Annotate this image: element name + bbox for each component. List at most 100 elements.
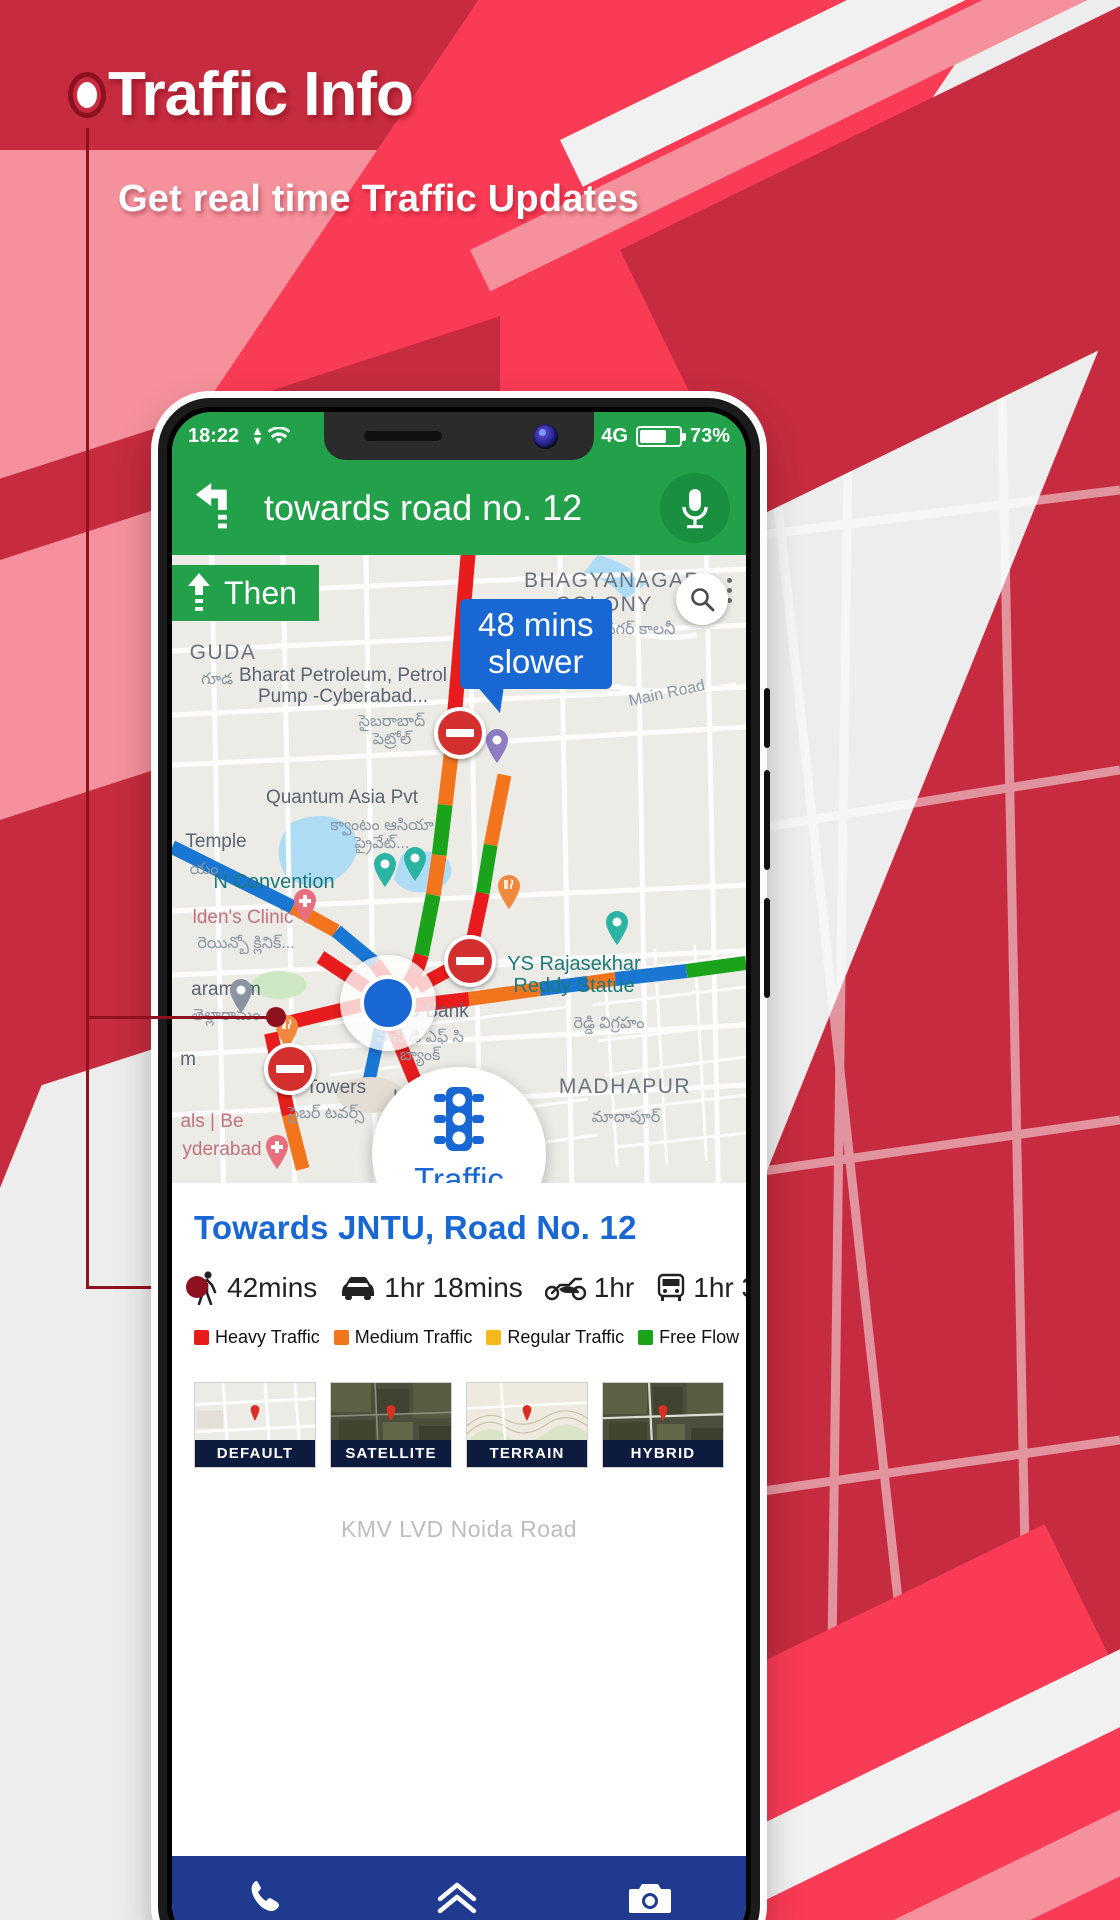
map-view[interactable]: Then 48 mins slower BHAGYANAGAR COLONY భ… [172, 555, 746, 1183]
no-entry-icon[interactable] [264, 1043, 316, 1095]
hospital-pin-icon[interactable] [290, 889, 320, 929]
map-label: GUDA [189, 641, 257, 664]
hospital-pin-icon[interactable] [262, 1135, 292, 1175]
wifi-icon: ▲ ▼ [251, 423, 291, 448]
phone-icon [251, 1880, 280, 1911]
travel-mode-duration: 1hr 18mins [384, 1272, 523, 1303]
travel-mode-car[interactable]: 1hr 18mins [339, 1272, 523, 1304]
map-label: MADHAPUR [558, 1075, 692, 1098]
then-chip-label: Then [224, 574, 297, 611]
restaurant-pin-icon[interactable] [494, 875, 524, 915]
legend-label: Free Flow [659, 1327, 740, 1347]
search-icon [691, 588, 715, 612]
map-type-default[interactable]: DEFAULT [194, 1382, 316, 1468]
map-label: సైబర్ టవర్స్ [287, 1105, 365, 1122]
poi-pin-icon[interactable] [370, 853, 400, 893]
map-type-label: DEFAULT [195, 1440, 315, 1467]
phone-bezel: 18:22 ▲ ▼ 4G 73% towards road no. 12 The… [167, 407, 751, 1920]
no-entry-icon[interactable] [444, 935, 496, 987]
navigation-instruction: towards road no. 12 [264, 486, 583, 528]
map-type-hybrid[interactable]: HYBRID [602, 1382, 724, 1468]
map-type-satellite[interactable]: SATELLITE [330, 1382, 452, 1468]
connector-dot-bottom [186, 1276, 208, 1298]
map-type-list: DEFAULT SATELLITE TERRAIN HYBRID [194, 1382, 724, 1468]
camera-icon [628, 1883, 671, 1913]
map-label: మాదాపూర్ [591, 1109, 661, 1126]
status-bar-left: 18:22 ▲ ▼ [188, 423, 291, 448]
poi-pin-icon[interactable] [482, 729, 512, 769]
legend-item: Heavy Traffic [194, 1327, 320, 1348]
poi-pin-icon[interactable] [226, 979, 256, 1019]
route-info-panel: Towards JNTU, Road No. 12 42mins 1hr 18m… [172, 1183, 746, 1543]
phone-button-power[interactable] [764, 898, 770, 998]
map-label: Bharat Petroleum, Petrol Pump -Cyberabad… [238, 665, 448, 708]
travel-mode-bus[interactable]: 1hr 32mins [656, 1272, 746, 1304]
legend-item: Free Flow [638, 1327, 739, 1348]
bottom-nav-call-button[interactable] [245, 1877, 287, 1920]
legend-item: Regular Traffic [486, 1327, 624, 1348]
connector-dot-top [266, 1007, 286, 1027]
phone-mockup: 18:22 ▲ ▼ 4G 73% towards road no. 12 The… [158, 398, 770, 1920]
voice-mic-button[interactable] [660, 472, 730, 543]
network-type-label: 4G [601, 424, 628, 447]
map-label: రెడ్డి విగ్రహం [573, 1015, 645, 1032]
phone-button-mute[interactable] [764, 688, 770, 748]
default-map-thumbnail: DEFAULT [194, 1382, 316, 1468]
phone-button-volume[interactable] [764, 770, 770, 870]
faded-map-text: KMV LVD Noida Road [340, 1516, 578, 1542]
travel-mode-duration: 1hr 32mins [693, 1272, 746, 1303]
bottom-navigation-bar [172, 1856, 746, 1920]
no-entry-icon[interactable] [434, 707, 486, 759]
map-type-terrain[interactable]: TERRAIN [466, 1382, 588, 1468]
battery-percent-label: 73% [689, 424, 730, 447]
map-label: als | Be [180, 1111, 244, 1132]
satellite-map-thumbnail: SATELLITE [330, 1382, 452, 1468]
legend-swatch-freeflow [638, 1330, 654, 1345]
travel-mode-walking[interactable]: 42mins [194, 1271, 317, 1305]
page-title: Traffic Info [108, 60, 414, 129]
travel-mode-list: 42mins 1hr 18mins 1hr 1hr [194, 1271, 746, 1305]
chevron-up-double-icon [437, 1882, 477, 1913]
map-pin-icon [522, 1404, 532, 1421]
status-bar-right: 4G 73% [571, 425, 730, 448]
microphone-icon [682, 488, 708, 528]
earpiece-speaker [364, 431, 442, 441]
travel-mode-duration: 1hr [593, 1272, 635, 1303]
travel-mode-motorcycle[interactable]: 1hr [544, 1272, 635, 1304]
turn-left-arrow-icon [195, 482, 227, 528]
legend-label: Regular Traffic [507, 1327, 625, 1347]
legend-label: Medium Traffic [354, 1327, 473, 1347]
map-search-button[interactable] [676, 573, 728, 625]
travel-mode-duration: 42mins [227, 1272, 318, 1303]
map-label: YS Rajasekhar Reddy Statue [507, 953, 641, 998]
legend-item: Medium Traffic [333, 1327, 473, 1348]
then-instruction-chip: Then [172, 565, 319, 621]
traffic-light-icon [434, 1087, 484, 1151]
bottom-nav-expand-button[interactable] [434, 1881, 480, 1920]
bus-icon [658, 1273, 685, 1301]
battery-icon [635, 425, 686, 447]
legend-swatch-regular [486, 1330, 502, 1345]
promo-title-row: Traffic Info [68, 64, 639, 126]
poi-pin-icon[interactable] [602, 911, 632, 951]
map-type-label: HYBRID [603, 1440, 723, 1467]
map-label: Quantum Asia Pvt [265, 787, 419, 808]
map-label: m [180, 1049, 196, 1070]
connector-line-vertical [86, 128, 89, 1288]
bullet-ring-icon [68, 72, 106, 118]
map-label: క్వాంటం ఆసియా ప్రైవేట్... [330, 817, 434, 852]
my-location-marker [340, 955, 436, 1051]
map-label: N Convention [213, 871, 335, 893]
phone-notch [324, 412, 594, 460]
promo-headline-group: Traffic Info Get real time Traffic Updat… [68, 64, 639, 221]
terrain-map-thumbnail: TERRAIN [466, 1382, 588, 1468]
straight-arrow-icon [188, 573, 210, 611]
data-transfer-icon: ▲ ▼ [251, 423, 265, 448]
bottom-nav-camera-button[interactable] [627, 1879, 673, 1920]
poi-pin-icon[interactable] [400, 847, 430, 887]
map-type-label: SATELLITE [331, 1440, 451, 1467]
map-pin-icon [386, 1404, 396, 1421]
map-pin-icon [658, 1404, 668, 1421]
motorcycle-icon [544, 1277, 586, 1301]
slower-bubble-line2: slower [488, 642, 584, 680]
